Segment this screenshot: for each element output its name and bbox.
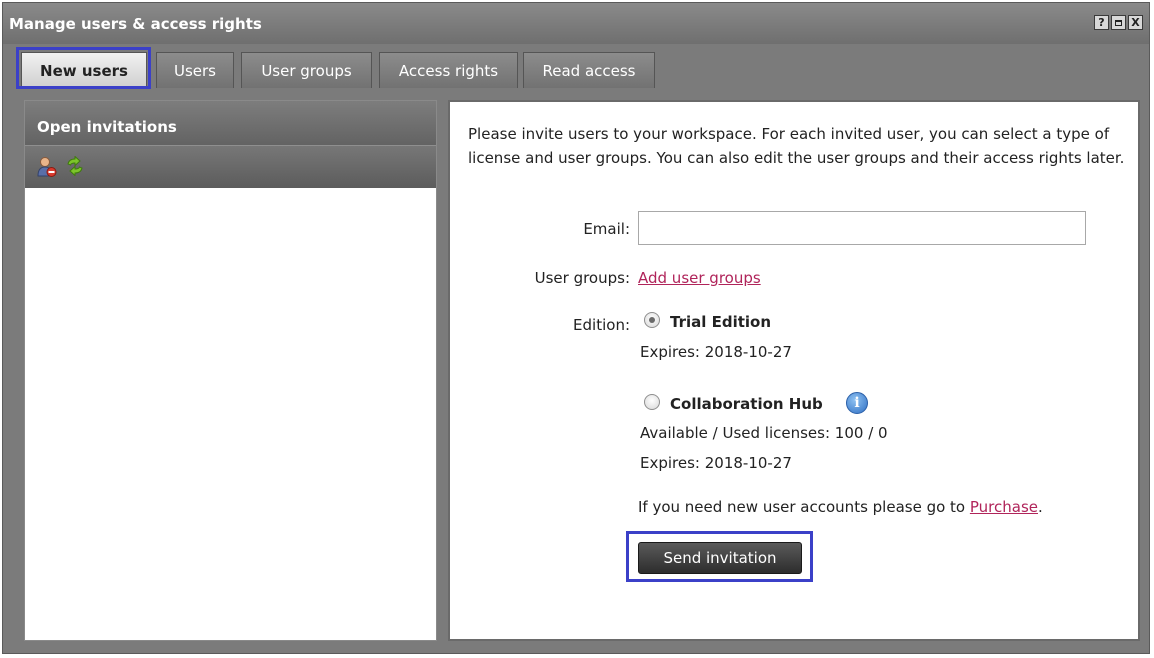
tab-bar: New users Users User groups Access right… [15, 49, 1154, 91]
user-groups-label: User groups: [534, 269, 630, 287]
edition-label: Edition: [573, 316, 630, 334]
tab-read-access[interactable]: Read access [523, 52, 655, 88]
help-icon[interactable]: ? [1094, 15, 1109, 30]
trial-edition-expires: Expires: 2018-10-27 [640, 343, 792, 361]
send-invitation-button[interactable]: Send invitation [638, 542, 802, 574]
refresh-icon[interactable] [65, 156, 85, 176]
title-bar[interactable]: Manage users & access rights ? X [3, 3, 1149, 44]
collaboration-hub-expires: Expires: 2018-10-27 [640, 454, 792, 472]
dialog-title: Manage users & access rights [9, 15, 262, 33]
maximize-icon[interactable] [1111, 15, 1126, 30]
window-controls: ? X [1094, 15, 1143, 30]
purchase-note: If you need new user accounts please go … [638, 498, 1043, 516]
collaboration-hub-licenses: Available / Used licenses: 100 / 0 [640, 424, 888, 442]
add-user-groups-link[interactable]: Add user groups [638, 269, 761, 287]
email-label: Email: [583, 220, 630, 238]
tab-user-groups[interactable]: User groups [241, 52, 372, 88]
open-invitations-panel: Open invitations [24, 100, 437, 641]
info-icon[interactable]: i [846, 392, 868, 414]
trial-edition-radio[interactable] [644, 312, 660, 328]
purchase-note-text: If you need new user accounts please go … [638, 498, 970, 516]
purchase-note-suffix: . [1038, 498, 1043, 516]
collaboration-hub-radio[interactable] [644, 394, 660, 410]
trial-edition-label: Trial Edition [670, 313, 772, 331]
remove-user-icon[interactable] [37, 156, 57, 178]
tab-access-rights[interactable]: Access rights [379, 52, 518, 88]
panel-title: Open invitations [37, 118, 177, 136]
purchase-link[interactable]: Purchase [970, 498, 1038, 516]
panel-toolbar [25, 145, 436, 188]
intro-text: Please invite users to your workspace. F… [468, 125, 1125, 167]
panel-header: Open invitations [25, 101, 436, 145]
email-field[interactable] [638, 211, 1086, 245]
collaboration-hub-label: Collaboration Hub [670, 395, 823, 413]
close-icon[interactable]: X [1128, 15, 1143, 30]
tab-users[interactable]: Users [156, 52, 234, 88]
active-tab-highlight [16, 47, 151, 89]
